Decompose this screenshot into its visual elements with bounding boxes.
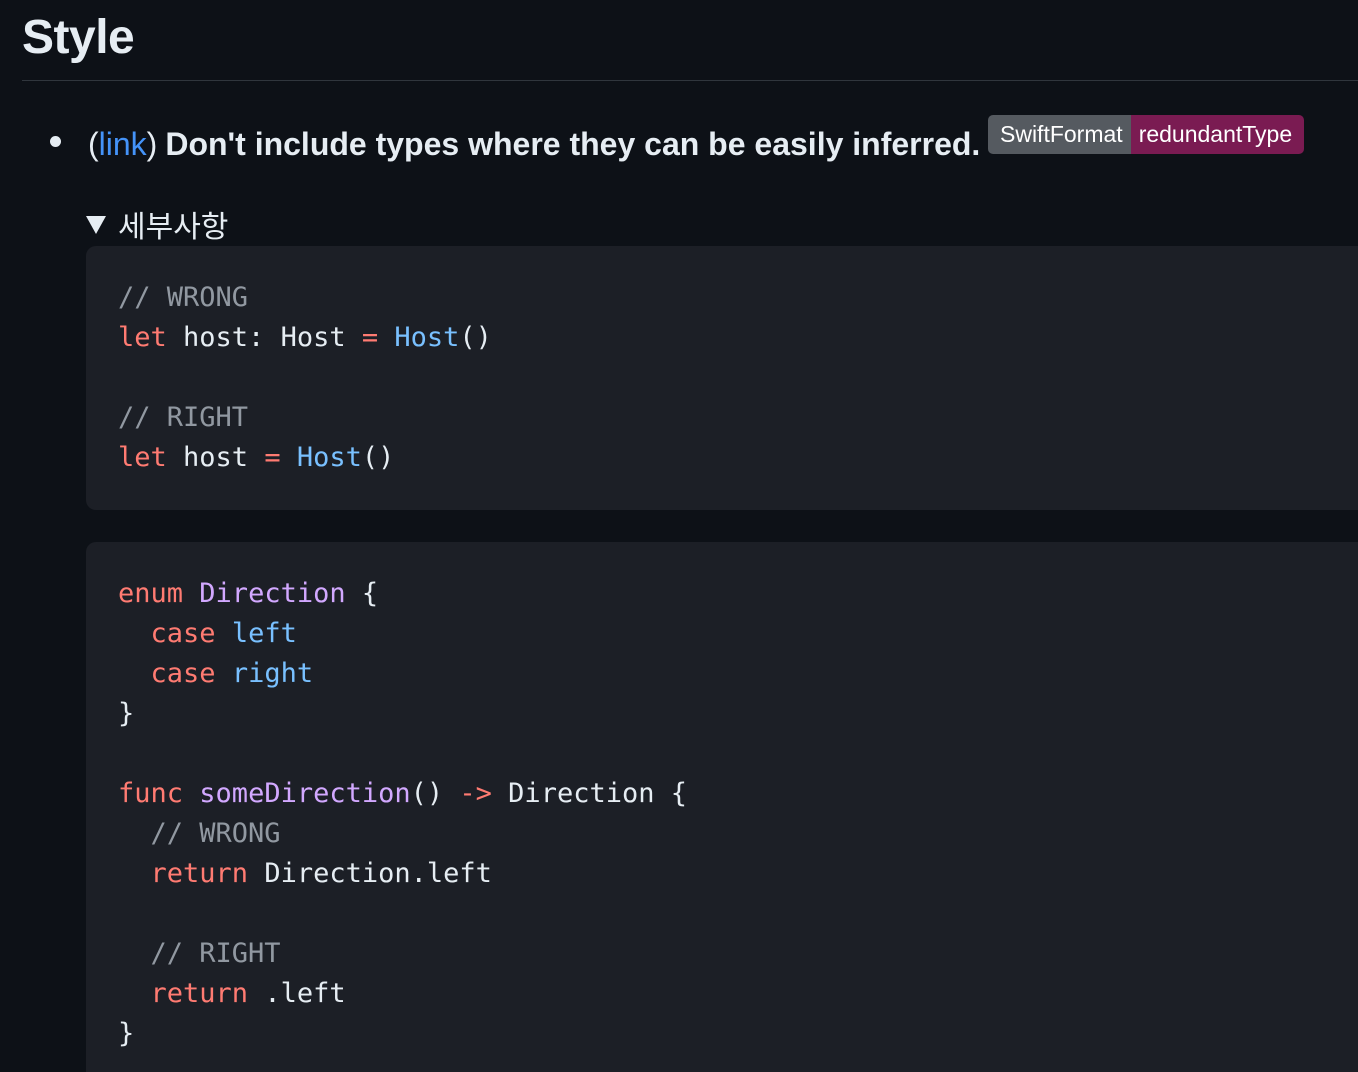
rule-description: Don't include types where they can be ea…: [165, 125, 981, 162]
code-token-plain: }: [118, 1018, 135, 1049]
code-line: // RIGHT: [118, 934, 687, 974]
code-token-entity: Direction: [199, 578, 346, 609]
details-summary-toggle[interactable]: 세부사항: [86, 202, 228, 246]
code-line: let host: Host = Host(): [118, 318, 492, 358]
code-token-type: Host: [296, 442, 362, 473]
code-token-plain: (): [459, 322, 492, 353]
code-line: }: [118, 1014, 687, 1054]
open-paren: (: [88, 125, 99, 162]
code-token-keyword: case: [150, 618, 216, 649]
code-token-plain: Direction {: [491, 778, 687, 809]
code-token-type: right: [231, 658, 314, 689]
code-token-comment: // RIGHT: [150, 938, 281, 969]
disclosure-triangle-icon: [86, 216, 106, 234]
code-token-keyword: func: [118, 778, 184, 809]
code-block-wrong-right-type: // WRONG let host: Host = Host()// RIGHT l…: [86, 246, 1358, 510]
code-token-plain: {: [345, 578, 379, 609]
swiftformat-rule-badge[interactable]: SwiftFormat redundantType: [988, 115, 1305, 154]
code-token-plain: Direction.left: [248, 858, 492, 889]
code-line: case right: [118, 654, 687, 694]
code-token-plain: (): [410, 778, 460, 809]
code-token-type: Host: [394, 322, 460, 353]
code-token-comment: // WRONG: [118, 282, 249, 313]
code-token-keyword: let: [118, 442, 167, 473]
code-token-keyword: return: [150, 978, 249, 1009]
code-line: case left: [118, 614, 687, 654]
badge-tool-label: SwiftFormat: [988, 115, 1131, 154]
code-token-keyword: =: [361, 322, 379, 353]
list-bullet: [50, 136, 61, 147]
code-token-entity: someDirection: [199, 778, 411, 809]
details-summary-label: 세부사항: [118, 211, 229, 244]
code-line: return .left: [118, 974, 687, 1014]
code-line: func someDirection() -> Direction {: [118, 774, 687, 814]
code-line: let host = Host(): [118, 438, 492, 478]
code-token-keyword: case: [150, 658, 216, 689]
code-token-keyword: enum: [118, 578, 184, 609]
code-token-keyword: ->: [459, 778, 492, 809]
code-line: // RIGHT: [118, 398, 492, 438]
code-line: enum Direction {: [118, 574, 687, 614]
code-token-type: left: [231, 618, 297, 649]
code-token-plain: host: [166, 442, 265, 473]
rule-anchor-link[interactable]: link: [99, 126, 147, 163]
style-rule: ( link ) Don't include types where they …: [88, 122, 980, 166]
code-line: // WRONG: [118, 278, 492, 318]
code-token-plain: (): [361, 442, 395, 473]
code-token-comment: // RIGHT: [118, 402, 249, 433]
code-line: // WRONG: [118, 814, 687, 854]
close-paren: ): [146, 125, 158, 162]
code-content: // WRONG let host: Host = Host()// RIGHT l…: [118, 278, 492, 478]
code-token-plain: host: Host: [166, 322, 362, 353]
code-content: enum Direction { case left case right} fu…: [118, 574, 687, 1054]
section-heading: Style: [22, 11, 135, 64]
code-line: return Direction.left: [118, 854, 687, 894]
code-token-keyword: let: [118, 322, 167, 353]
code-token-plain: }: [118, 698, 135, 729]
code-token-plain: .left: [248, 978, 346, 1009]
code-block-enum-direction: enum Direction { case left case right} fu…: [86, 542, 1358, 1072]
heading-divider: [22, 80, 1358, 81]
code-token-comment: // WRONG: [150, 818, 281, 849]
code-line: }: [118, 694, 687, 734]
badge-rule-label: redundantType: [1130, 115, 1305, 154]
code-token-keyword: return: [150, 858, 249, 889]
code-token-keyword: =: [264, 442, 281, 473]
